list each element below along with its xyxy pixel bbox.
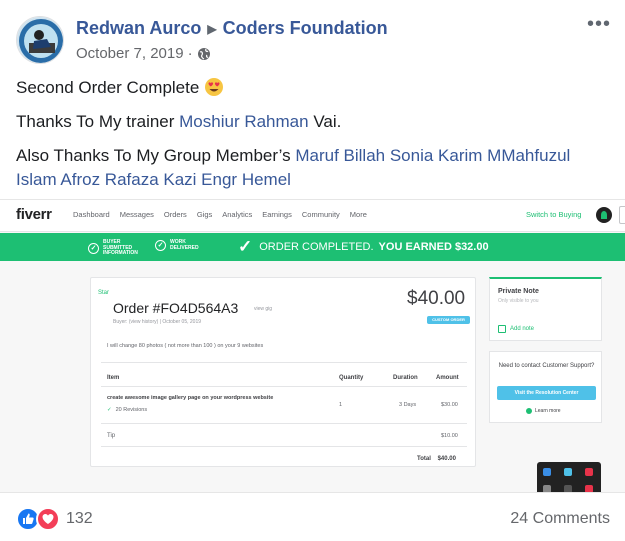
post-line-3: Also Thanks To My Group Member’s Maruf B… <box>16 144 606 192</box>
divider <box>101 446 467 447</box>
heart-eyes-emoji <box>204 77 224 97</box>
learn-more-link: Learn more <box>526 408 561 414</box>
divider <box>101 386 467 387</box>
revisions-text: 20 Revisions <box>115 407 148 413</box>
author-name[interactable]: Redwan Aurco <box>76 18 201 39</box>
row-revisions: ✓ 20 Revisions <box>107 407 147 413</box>
private-note-sub: Only visible to you <box>498 298 539 304</box>
more-options-icon[interactable]: ••• <box>587 14 611 34</box>
post-line-3-text: Also Thanks To My Group Member’s <box>16 146 296 165</box>
order-completed-message: ✓ ORDER COMPLETED. YOU EARNED $32.00 <box>238 237 489 256</box>
support-panel: Need to contact Customer Support? Visit … <box>489 351 602 423</box>
order-number: Order #FO4D564A3 <box>113 300 239 316</box>
col-item: Item <box>107 375 120 381</box>
completed-text: ORDER COMPLETED. <box>259 241 374 253</box>
col-amount: Amount <box>436 375 459 381</box>
add-note-link: Add note <box>498 325 534 333</box>
post-image[interactable]: fiverr Dashboard Messages Orders Gigs An… <box>0 199 625 493</box>
row-item: create awesome image gallery page on you… <box>107 395 274 401</box>
check-icon: ✓ <box>238 237 253 256</box>
post-line-2-text: Thanks To My trainer <box>16 112 180 131</box>
row-quantity: 1 <box>339 402 343 408</box>
reactions-summary[interactable]: 132 <box>16 507 93 531</box>
nav-earnings: Earnings <box>262 210 292 219</box>
step-check-icon: ✓ <box>88 242 99 254</box>
switch-to-buying: Switch to Buying <box>526 210 582 219</box>
tip-label: Tip <box>107 433 116 439</box>
dock-app-icon <box>543 468 551 476</box>
private-note-title: Private Note <box>498 288 539 295</box>
dock-app-icon <box>543 485 551 492</box>
post-line-2: Thanks To My trainer Moshiur Rahman Vai. <box>16 110 606 134</box>
fiverr-navbar: fiverr Dashboard Messages Orders Gigs An… <box>0 200 625 232</box>
custom-order-badge: CUSTOM ORDER <box>427 316 470 324</box>
step-work-delivered: ✓ WORK DELIVERED <box>155 239 199 251</box>
post-line-1: Second Order Complete <box>16 76 606 100</box>
info-icon <box>526 408 532 414</box>
nav-gigs: Gigs <box>196 210 213 219</box>
check-icon: ✓ <box>107 407 112 413</box>
order-card: Star Order #FO4D564A3 view gig Buyer: (v… <box>90 277 476 467</box>
add-note-text: Add note <box>510 326 535 332</box>
post-footer: 132 24 Comments <box>16 506 610 532</box>
order-completed-banner: ✓ BUYER SUBMITTED INFORMATION ✓ WORK DELIV… <box>0 233 625 261</box>
resolution-center-button: Visit the Resolution Center <box>497 386 596 400</box>
taskbar-dock <box>537 462 601 492</box>
fiverr-logo: fiverr <box>16 206 52 223</box>
private-note-panel: Private Note Only visible to you Add not… <box>489 277 602 341</box>
nav-community: Community <box>301 210 340 219</box>
divider <box>101 362 467 363</box>
total-row: Total $40.00 <box>417 456 456 462</box>
post-line-2-suffix: Vai. <box>308 112 342 131</box>
fiverr-nav-links: Dashboard Messages Orders Gigs Analytics… <box>73 210 367 219</box>
nav-messages: Messages <box>119 210 154 219</box>
step-2-label: WORK DELIVERED <box>170 239 199 251</box>
dock-app-icon <box>585 468 593 476</box>
step-buyer-submitted: ✓ BUYER SUBMITTED INFORMATION <box>88 239 143 257</box>
col-duration: Duration <box>393 375 418 381</box>
play-arrow-icon: ▶ <box>207 21 217 36</box>
reaction-count[interactable]: 132 <box>66 510 93 528</box>
avatar[interactable] <box>16 16 64 64</box>
order-description: I will change 80 photos ( not more than … <box>107 343 264 349</box>
fiverr-window-edge <box>619 206 625 224</box>
nav-more: More <box>349 210 367 219</box>
dock-app-icon <box>564 485 572 492</box>
post-date[interactable]: October 7, 2019 <box>76 45 184 62</box>
post-line-1-text: Second Order Complete <box>16 78 200 97</box>
step-check-icon: ✓ <box>155 240 166 251</box>
nav-analytics: Analytics <box>222 210 253 219</box>
buyer-info: Buyer: (view history) | October 05, 2019 <box>113 319 202 325</box>
dock-app-icon <box>564 468 572 476</box>
view-gig-link: view gig <box>254 306 273 312</box>
date-separator: · <box>187 45 193 62</box>
step-1-label: BUYER SUBMITTED INFORMATION <box>103 239 138 256</box>
nav-orders: Orders <box>163 210 187 219</box>
row-amount: $30.00 <box>441 402 458 408</box>
earned-text: YOU EARNED $32.00 <box>378 241 489 253</box>
support-question: Need to contact Customer Support? <box>498 363 595 369</box>
globe-icon <box>197 47 211 61</box>
learn-more-text: Learn more <box>535 408 561 414</box>
comments-count[interactable]: 24 Comments <box>510 510 610 528</box>
nav-dashboard: Dashboard <box>73 210 110 219</box>
post-header: Redwan Aurco ▶ Coders Foundation October… <box>16 14 388 66</box>
fiverr-avatar <box>596 207 612 223</box>
col-quantity: Quantity <box>339 375 364 381</box>
tip-amount: $10.00 <box>441 433 458 439</box>
dock-app-icon <box>585 485 593 492</box>
group-name[interactable]: Coders Foundation <box>223 18 388 39</box>
star-label: Star <box>98 290 110 296</box>
total-amount: $40.00 <box>437 456 456 462</box>
total-label: Total <box>417 456 431 462</box>
mention-trainer[interactable]: Moshiur Rahman <box>179 112 308 131</box>
love-icon <box>36 507 60 531</box>
post-body: Second Order Complete Thanks To My train… <box>16 76 606 202</box>
order-price: $40.00 <box>407 288 466 309</box>
divider <box>101 423 467 424</box>
row-duration: 3 Days <box>399 402 417 408</box>
note-icon <box>498 325 506 333</box>
